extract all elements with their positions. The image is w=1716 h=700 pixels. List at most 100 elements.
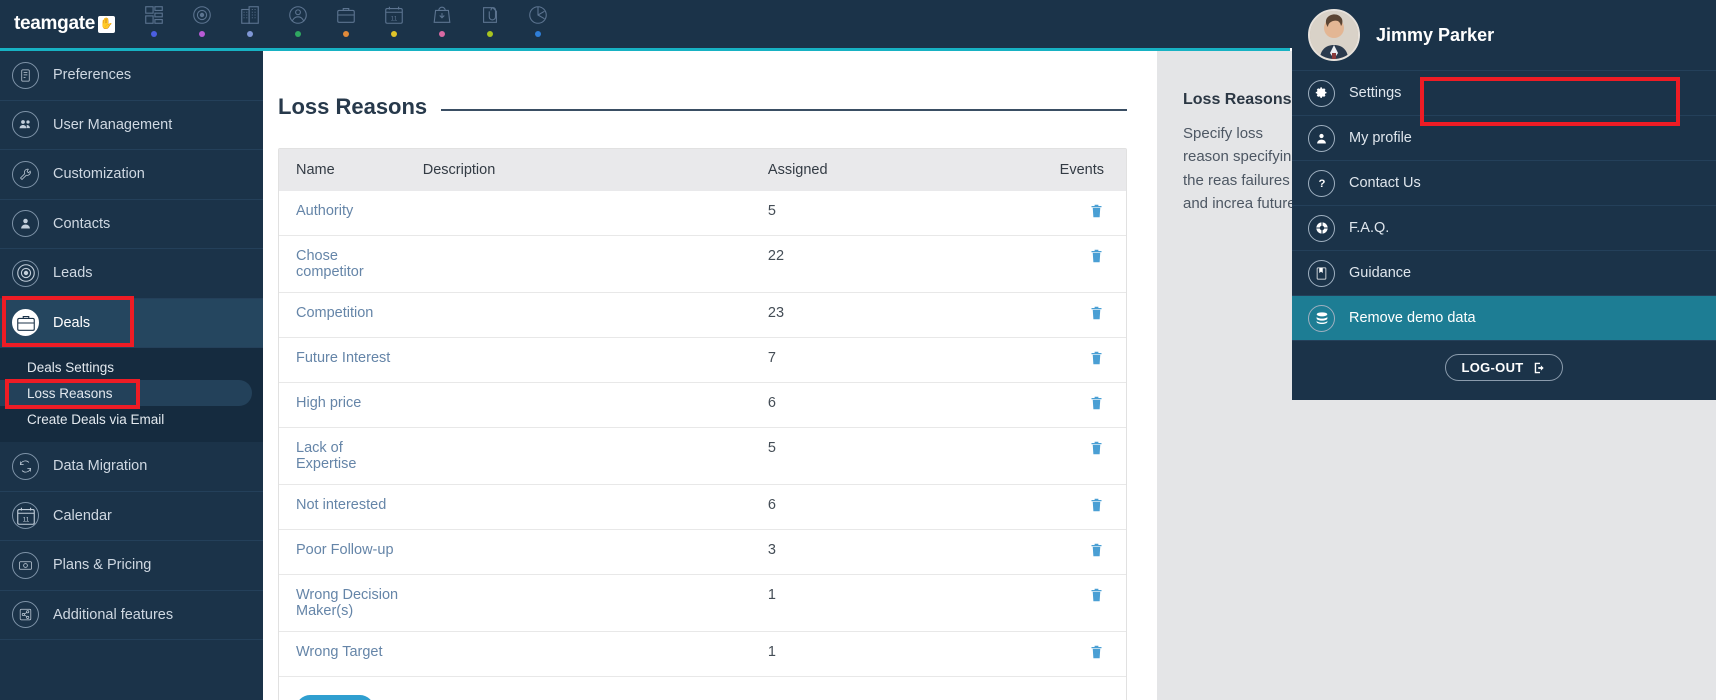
svg-text:11: 11	[22, 516, 29, 523]
topnav-item-6[interactable]	[418, 0, 466, 48]
trash-icon[interactable]	[1089, 587, 1104, 607]
trash-icon[interactable]	[1089, 440, 1104, 460]
loss-reason-link[interactable]: Future Interest	[296, 350, 390, 366]
users-icon	[12, 111, 39, 139]
trash-icon[interactable]	[1089, 644, 1104, 664]
user-menu-item-contact-us[interactable]: ? Contact Us	[1292, 160, 1716, 205]
cell-assigned: 6	[750, 484, 1043, 530]
topnav-item-8[interactable]	[514, 0, 562, 48]
trash-icon[interactable]	[1089, 248, 1104, 268]
user-menu-item-guidance[interactable]: Guidance	[1292, 250, 1716, 295]
gear-icon	[1308, 79, 1335, 107]
topnav-dot-0	[151, 31, 157, 37]
user-menu-item-settings[interactable]: Settings	[1292, 70, 1716, 115]
topnav-item-3[interactable]	[274, 0, 322, 48]
trash-icon[interactable]	[1089, 203, 1104, 223]
trash-icon[interactable]	[1089, 497, 1104, 517]
person-icon	[12, 210, 39, 238]
user-menu-item-label: F.A.Q.	[1349, 220, 1390, 236]
trash-icon[interactable]	[1089, 395, 1104, 415]
contact-icon	[287, 4, 309, 26]
loss-reason-link[interactable]: Competition	[296, 305, 373, 321]
sidebar-item-customization[interactable]: Customization	[0, 150, 263, 200]
brand-mark-icon: ✋	[98, 15, 116, 33]
submenu-item-deals-settings[interactable]: Deals Settings	[0, 354, 263, 380]
table-row: Wrong Decision Maker(s) 1	[279, 574, 1126, 632]
cell-description	[405, 427, 751, 485]
topnav-dot-8	[535, 31, 541, 37]
cell-description	[405, 382, 751, 428]
sidebar-item-label: Customization	[53, 166, 145, 183]
cell-description	[405, 529, 751, 575]
database-icon	[1308, 304, 1335, 332]
loss-reason-link[interactable]: Not interested	[296, 497, 386, 513]
profile-icon	[1308, 124, 1335, 152]
sidebar-item-additional-features[interactable]: Additional features	[0, 591, 263, 640]
loss-reason-link[interactable]: High price	[296, 395, 361, 411]
sidebar-item-user-management[interactable]: User Management	[0, 101, 263, 150]
logout-button[interactable]: LOG-OUT	[1445, 354, 1563, 381]
cell-events	[1042, 427, 1126, 485]
brand-logo[interactable]: teamgate ✋	[0, 13, 130, 35]
table-header-row: Name Description Assigned Events	[279, 149, 1126, 191]
briefcase-icon	[12, 309, 39, 337]
table-row: Chose competitor 22	[279, 235, 1126, 293]
money-icon	[12, 551, 39, 579]
topnav-item-1[interactable]	[178, 0, 226, 48]
cell-events	[1042, 631, 1126, 677]
loss-reason-link[interactable]: Lack of Expertise	[296, 440, 356, 472]
loss-reason-link[interactable]: Poor Follow-up	[296, 542, 394, 558]
settings-sidebar: Preferences User Management Customization C…	[0, 51, 263, 700]
table-row: Not interested 6	[279, 484, 1126, 530]
sidebar-item-plans-pricing[interactable]: Plans & Pricing	[0, 541, 263, 591]
sidebar-item-preferences[interactable]: Preferences	[0, 51, 263, 101]
user-menu-footer: LOG-OUT	[1292, 340, 1716, 395]
topnav-item-7[interactable]	[466, 0, 514, 48]
sidebar-item-calendar[interactable]: 11 Calendar	[0, 492, 263, 541]
submenu-item-create-deals-via-email[interactable]: Create Deals via Email	[0, 406, 263, 432]
cell-events	[1042, 574, 1126, 632]
table-row: Poor Follow-up 3	[279, 529, 1126, 575]
loss-reason-link[interactable]: Chose competitor	[296, 248, 364, 280]
cell-name: Lack of Expertise	[279, 427, 406, 485]
submenu-item-loss-reasons[interactable]: Loss Reasons	[0, 380, 252, 406]
user-menu-header[interactable]: Jimmy Parker	[1292, 0, 1716, 70]
user-menu-item-label: Contact Us	[1349, 175, 1421, 191]
loss-reason-link[interactable]: Wrong Target	[296, 644, 383, 660]
loss-reason-link[interactable]: Authority	[296, 203, 353, 219]
main-content: Loss Reasons Name Description Assigned E…	[263, 51, 1157, 700]
new-button[interactable]: + New	[296, 695, 375, 700]
user-menu-item-label: Guidance	[1349, 265, 1412, 281]
topnav-item-0[interactable]	[130, 0, 178, 48]
user-menu-item-f-a-q-[interactable]: F.A.Q.	[1292, 205, 1716, 250]
cell-name: Chose competitor	[279, 235, 406, 293]
loss-reason-link[interactable]: Wrong Decision Maker(s)	[296, 587, 398, 619]
loss-reasons-card: Name Description Assigned Events Authori…	[278, 148, 1127, 700]
cell-name: High price	[279, 382, 406, 428]
sidebar-item-leads[interactable]: Leads	[0, 249, 263, 299]
sidebar-item-label: Calendar	[53, 507, 112, 524]
user-menu-item-remove-demo-data[interactable]: Remove demo data	[1292, 295, 1716, 340]
sidebar-item-contacts[interactable]: Contacts	[0, 200, 263, 249]
user-menu-item-my-profile[interactable]: My profile	[1292, 115, 1716, 160]
sidebar-item-data-migration[interactable]: Data Migration	[0, 442, 263, 492]
trash-icon[interactable]	[1089, 350, 1104, 370]
topnav-item-4[interactable]	[322, 0, 370, 48]
cell-description	[405, 574, 751, 632]
cell-assigned: 1	[750, 631, 1043, 677]
trash-icon[interactable]	[1089, 305, 1104, 325]
topnav-item-5[interactable]: 11	[370, 0, 418, 48]
cell-assigned: 5	[750, 427, 1043, 485]
topnav-dot-4	[343, 31, 349, 37]
column-header-events: Events	[1042, 149, 1126, 191]
topnav-item-2[interactable]	[226, 0, 274, 48]
logout-icon	[1534, 362, 1544, 373]
trash-icon[interactable]	[1089, 542, 1104, 562]
sidebar-item-deals[interactable]: Deals	[0, 298, 263, 348]
logout-label: LOG-OUT	[1461, 360, 1524, 375]
sidebar-item-label: Deals	[53, 314, 91, 331]
top-navigation: 11	[130, 0, 562, 48]
user-menu-panel: Jimmy Parker Settings My profile? Contact …	[1292, 0, 1716, 400]
column-header-description: Description	[405, 149, 751, 191]
table-row: Authority 5	[279, 191, 1126, 236]
